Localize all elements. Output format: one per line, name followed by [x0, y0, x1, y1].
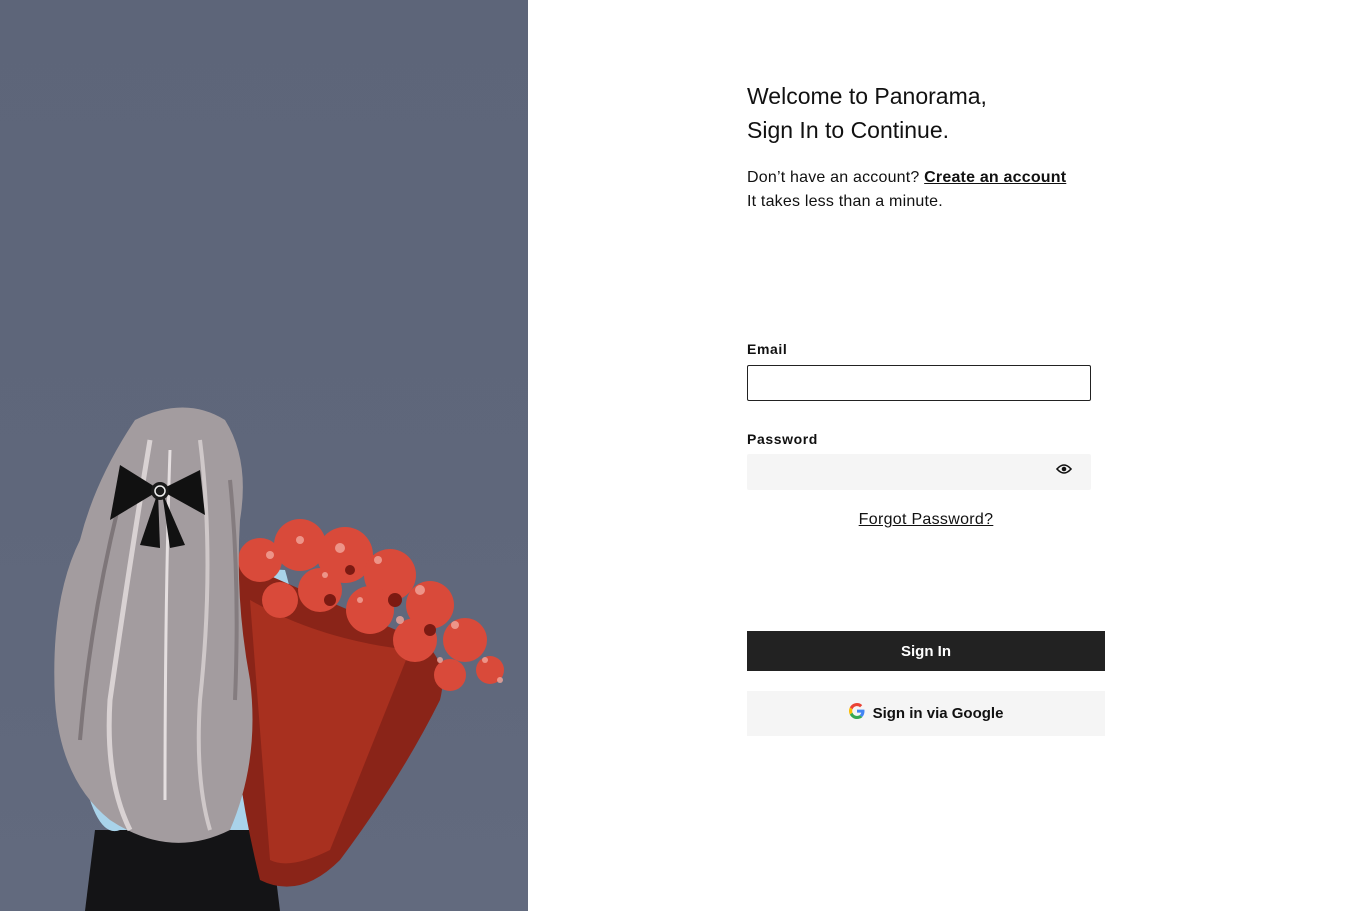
- google-g-icon: [848, 702, 865, 719]
- eye-icon: [1056, 464, 1072, 474]
- forgot-password-container: Forgot Password?: [747, 511, 1105, 529]
- hero-illustration-panel: [0, 0, 528, 911]
- google-sign-in-label: Sign in via Google: [872, 705, 1004, 722]
- signup-note: It takes less than a minute.: [747, 193, 943, 210]
- title-line-1: Welcome to Panorama,: [747, 83, 987, 109]
- woman-with-bouquet-illustration: [54, 407, 504, 911]
- email-field[interactable]: [747, 365, 1091, 401]
- google-sign-in-button[interactable]: Sign in via Google: [747, 691, 1105, 736]
- create-account-link[interactable]: Create an account: [924, 169, 1066, 186]
- title-line-2: Sign In to Continue.: [747, 117, 950, 143]
- email-label: Email: [747, 341, 788, 357]
- password-label: Password: [747, 431, 818, 447]
- show-password-toggle[interactable]: [1054, 461, 1074, 477]
- password-field[interactable]: [747, 454, 1091, 490]
- signup-prompt: Don’t have an account? Create an account…: [747, 166, 1107, 214]
- signup-prompt-text: Don’t have an account?: [747, 169, 925, 186]
- sign-in-button[interactable]: Sign In: [747, 631, 1105, 671]
- forgot-password-link[interactable]: Forgot Password?: [859, 511, 994, 528]
- login-page: Welcome to Panorama, Sign In to Continue…: [0, 0, 1348, 918]
- page-title: Welcome to Panorama, Sign In to Continue…: [747, 79, 1087, 147]
